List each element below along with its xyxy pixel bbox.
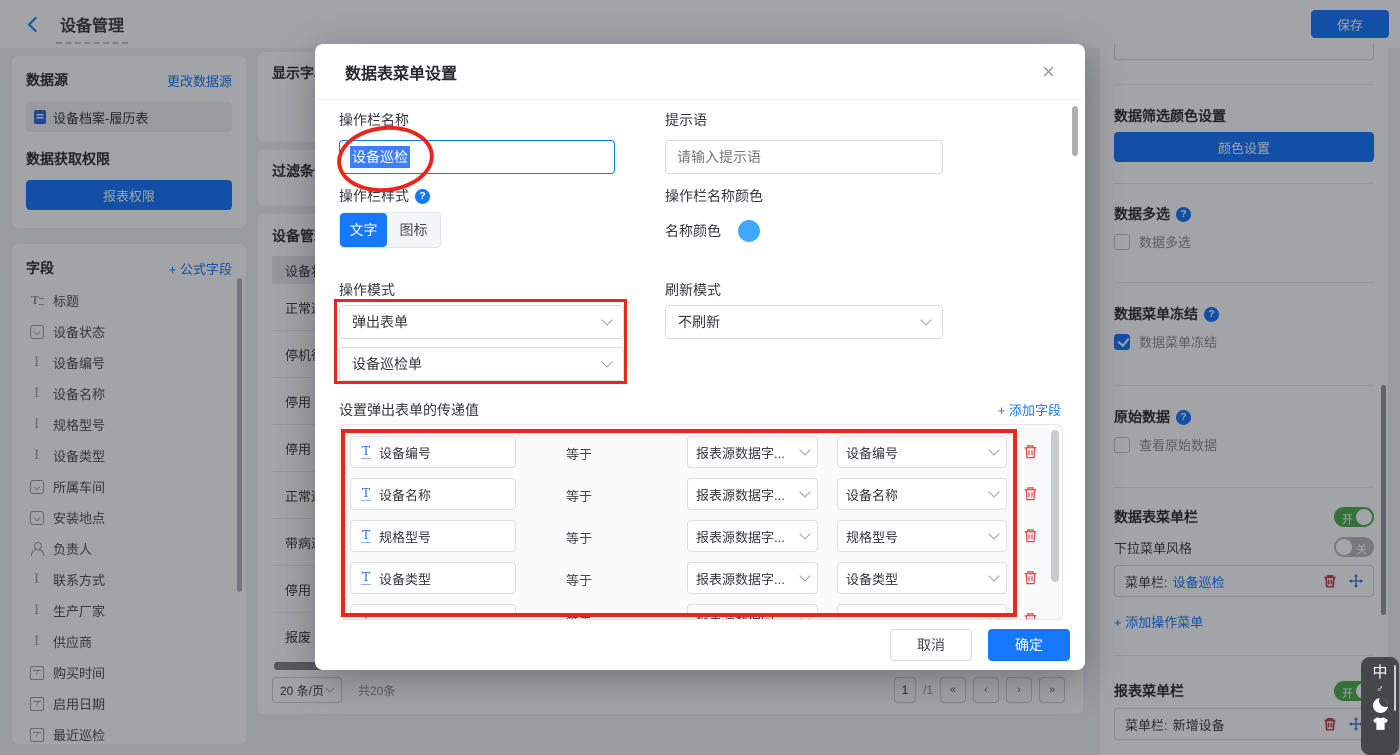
text-type-icon (361, 487, 371, 501)
trash-icon[interactable] (1023, 528, 1038, 543)
close-icon[interactable]: × (1042, 61, 1055, 83)
transfer-scrollbar[interactable] (1051, 430, 1059, 582)
action-name-label: 操作栏名称 (339, 110, 409, 130)
chevron-down-icon (988, 444, 999, 455)
source-field-select[interactable]: 设备名称 (837, 478, 1007, 510)
tip-label: 提示语 (665, 110, 707, 130)
floating-toolbar: 中 ♂ (1361, 657, 1399, 755)
transfer-row: 设备名称 等于 报表源数据字... 设备名称 (340, 473, 1062, 515)
chevron-down-icon (601, 356, 612, 367)
source-field-select[interactable] (837, 604, 1007, 620)
chevron-down-icon (988, 486, 999, 497)
param-name-input[interactable]: 设备编号 (350, 436, 516, 468)
translate-icon[interactable]: 中 (1372, 664, 1387, 682)
param-name-input[interactable] (350, 604, 516, 620)
chevron-down-icon (799, 570, 810, 581)
trash-icon[interactable] (1023, 570, 1038, 585)
dialog-scrollbar[interactable] (1072, 106, 1078, 156)
trash-icon[interactable] (1023, 444, 1038, 459)
source-field-select[interactable]: 设备类型 (837, 562, 1007, 594)
equals-label: 等于 (566, 444, 592, 463)
refresh-mode-select[interactable]: 不刷新 (665, 305, 943, 339)
equals-label: 等于 (566, 570, 592, 589)
param-name-input[interactable]: 设备名称 (350, 478, 516, 510)
name-color-label: 操作栏名称颜色 (665, 186, 763, 206)
dialog-title: 数据表菜单设置 (345, 60, 457, 84)
chevron-down-icon (799, 528, 810, 539)
table-menu-settings-dialog: 数据表菜单设置 × 操作栏名称 设备巡检 提示语 操作栏样式 文字 图标 操作栏… (315, 44, 1085, 670)
tab-icon[interactable]: 图标 (387, 213, 440, 247)
transfer-row: 设备类型 等于 报表源数据字... 设备类型 (340, 557, 1062, 599)
source-type-select[interactable]: 报表源数据字... (687, 520, 818, 552)
trash-icon[interactable] (1023, 486, 1038, 501)
source-type-select[interactable]: 报表源数据字... (687, 604, 818, 620)
param-name-input[interactable]: 设备类型 (350, 562, 516, 594)
text-type-icon (361, 529, 371, 543)
text-type-icon (361, 571, 371, 585)
source-type-select[interactable]: 报表源数据字... (687, 436, 818, 468)
chevron-down-icon (799, 444, 810, 455)
equals-label: 等于 (566, 528, 592, 547)
source-type-select[interactable]: 报表源数据字... (687, 562, 818, 594)
source-field-select[interactable]: 设备编号 (837, 436, 1007, 468)
confirm-button[interactable]: 确定 (988, 629, 1070, 661)
text-type-icon (361, 445, 371, 459)
operation-mode-select[interactable]: 弹出表单 (339, 305, 624, 339)
gender-icon[interactable]: ♂ (1376, 685, 1384, 695)
tip-input[interactable] (665, 140, 943, 174)
action-style-label: 操作栏样式 (339, 186, 409, 206)
selected-text: 设备巡检 (350, 146, 410, 168)
operation-mode-label: 操作模式 (339, 280, 395, 300)
chevron-down-icon (988, 528, 999, 539)
chevron-down-icon (988, 570, 999, 581)
chevron-down-icon (920, 314, 931, 325)
transfer-values-label: 设置弹出表单的传递值 (339, 400, 479, 420)
transfer-row: 设备编号 等于 报表源数据字... 设备编号 (340, 431, 1062, 473)
swatch-label: 名称颜色 (665, 221, 721, 241)
cancel-button[interactable]: 取消 (890, 629, 972, 661)
source-type-select[interactable]: 报表源数据字... (687, 478, 818, 510)
transfer-row: 规格型号 等于 报表源数据字... 规格型号 (340, 515, 1062, 557)
refresh-mode-label: 刷新模式 (665, 280, 721, 300)
help-icon[interactable] (415, 189, 430, 204)
trash-icon[interactable] (1023, 612, 1038, 620)
chevron-down-icon (799, 612, 810, 620)
widget-handle[interactable] (1394, 665, 1396, 711)
color-swatch[interactable] (738, 220, 760, 242)
chevron-down-icon (601, 314, 612, 325)
select-value: 弹出表单 (352, 312, 408, 332)
equals-label: 等于 (566, 612, 592, 620)
dark-mode-icon[interactable] (1373, 698, 1388, 713)
style-tabs: 文字 图标 (339, 212, 441, 248)
source-field-select[interactable]: 规格型号 (837, 520, 1007, 552)
equals-label: 等于 (566, 486, 592, 505)
device-management-page: { "colors": { "primary": "#1677ff", "ann… (0, 0, 1400, 755)
chevron-down-icon (799, 486, 810, 497)
param-name-input[interactable]: 规格型号 (350, 520, 516, 552)
transfer-row: 等于 报表源数据字... (340, 599, 1062, 620)
text-type-icon (361, 613, 371, 620)
select-value: 设备巡检单 (352, 354, 422, 374)
transfer-values-container: 设备编号 等于 报表源数据字... 设备编号 设备名称 等于 报表源数据字...… (339, 424, 1063, 620)
chevron-down-icon (988, 612, 999, 620)
add-field-link[interactable]: + 添加字段 (998, 400, 1061, 419)
tab-text[interactable]: 文字 (340, 213, 387, 247)
select-value: 不刷新 (678, 312, 720, 332)
target-form-select[interactable]: 设备巡检单 (339, 347, 624, 381)
action-name-input[interactable]: 设备巡检 (339, 140, 615, 174)
theme-shirt-icon[interactable] (1372, 716, 1389, 731)
dialog-header: 数据表菜单设置 × (315, 44, 1085, 100)
